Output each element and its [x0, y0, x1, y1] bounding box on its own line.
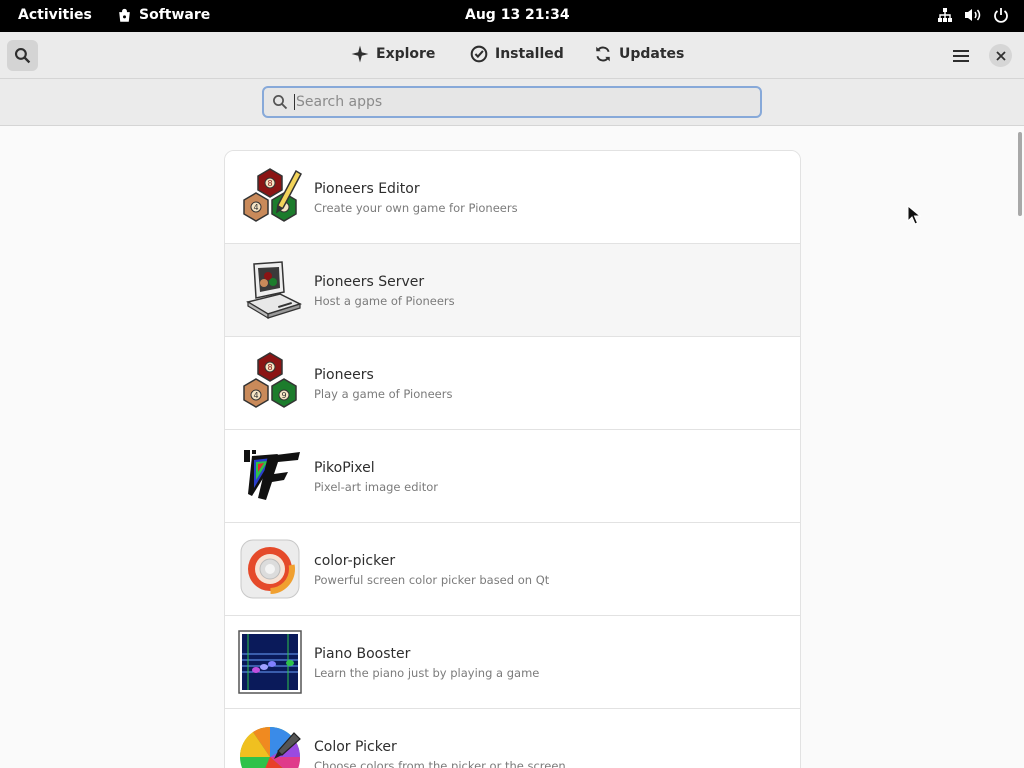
app-row[interactable]: color-picker Powerful screen color picke… — [225, 523, 800, 616]
activities-button[interactable]: Activities — [18, 7, 92, 23]
tab-updates[interactable]: Updates — [594, 45, 684, 63]
app-name: PikoPixel — [314, 460, 375, 476]
tab-explore-label: Explore — [376, 46, 436, 62]
hamburger-menu-icon — [953, 50, 969, 62]
app-list: 8 4 Pioneers Editor Create your own game… — [224, 150, 801, 768]
app-name: Piano Booster — [314, 646, 411, 662]
main-menu-button[interactable] — [948, 43, 974, 69]
app-row[interactable]: Pioneers Server Host a game of Pioneers — [225, 244, 800, 337]
tab-explore[interactable]: Explore — [351, 45, 435, 63]
pikopixel-icon — [244, 450, 300, 500]
color-picker-wheel-icon — [239, 726, 301, 768]
piano-booster-icon — [238, 630, 302, 694]
app-description: Play a game of Pioneers — [314, 387, 453, 401]
search-field[interactable] — [262, 86, 762, 118]
app-menu[interactable]: Software — [117, 7, 210, 23]
app-name: Pioneers Editor — [314, 181, 420, 197]
app-row[interactable]: 8 4 9 Pioneers Play a game of Pioneers — [225, 337, 800, 430]
app-row[interactable]: PikoPixel Pixel-art image editor — [225, 430, 800, 523]
tab-installed[interactable]: Installed — [470, 45, 564, 63]
app-description: Choose colors from the picker or the scr… — [314, 759, 566, 768]
pioneers-server-icon — [246, 261, 302, 320]
app-name: Color Picker — [314, 739, 397, 755]
svg-text:8: 8 — [267, 179, 272, 188]
app-description: Host a game of Pioneers — [314, 294, 455, 308]
search-icon — [272, 94, 288, 110]
search-bar — [0, 79, 1024, 126]
app-menu-label: Software — [139, 7, 211, 23]
color-picker-icon — [240, 539, 300, 599]
scrollbar[interactable] — [1018, 132, 1022, 216]
svg-text:4: 4 — [253, 203, 258, 212]
volume-icon[interactable] — [964, 6, 982, 24]
app-description: Powerful screen color picker based on Qt — [314, 573, 550, 587]
app-description: Create your own game for Pioneers — [314, 201, 518, 215]
clock[interactable]: Aug 13 21:34 — [465, 7, 570, 23]
app-name: Pioneers — [314, 367, 374, 383]
svg-text:8: 8 — [267, 363, 272, 372]
svg-text:9: 9 — [281, 391, 286, 400]
mouse-cursor-icon — [907, 205, 921, 225]
header-bar: Explore Installed Updates — [0, 32, 1024, 79]
svg-text:4: 4 — [253, 391, 258, 400]
close-window-button[interactable] — [989, 44, 1012, 67]
view-switcher: Explore Installed Updates — [0, 32, 1024, 79]
network-icon[interactable] — [936, 6, 954, 24]
pioneers-icon: 8 4 9 — [243, 352, 297, 408]
tab-installed-label: Installed — [495, 46, 564, 62]
app-row[interactable]: 8 4 Pioneers Editor Create your own game… — [225, 151, 800, 244]
refresh-icon — [596, 46, 610, 62]
tab-updates-label: Updates — [619, 46, 685, 62]
close-icon — [995, 50, 1006, 61]
software-bag-icon — [119, 8, 130, 22]
app-description: Learn the piano just by playing a game — [314, 666, 540, 680]
app-name: Pioneers Server — [314, 274, 425, 290]
top-bar: Activities Software Aug 13 21:34 — [0, 0, 1024, 32]
explore-star-icon — [351, 45, 369, 63]
system-tray[interactable] — [936, 6, 1010, 24]
app-name: color-picker — [314, 553, 396, 569]
app-description: Pixel-art image editor — [314, 480, 439, 494]
power-icon[interactable] — [992, 6, 1010, 24]
pioneers-editor-icon: 8 4 — [243, 168, 302, 222]
search-input[interactable] — [294, 94, 734, 110]
app-row[interactable]: Color Picker Choose colors from the pick… — [225, 709, 800, 768]
explore-content[interactable]: 8 4 Pioneers Editor Create your own game… — [0, 126, 1024, 768]
check-circle-icon — [470, 45, 488, 63]
app-row[interactable]: Piano Booster Learn the piano just by pl… — [225, 616, 800, 709]
